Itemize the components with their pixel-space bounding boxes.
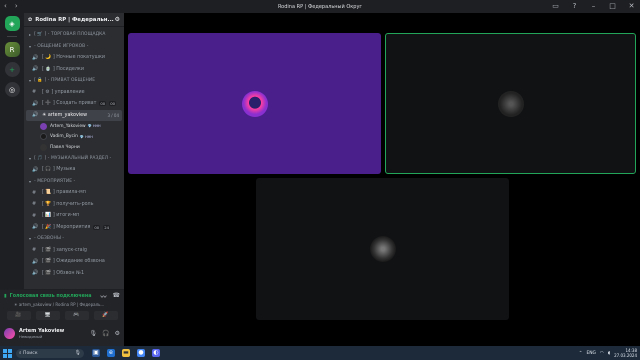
- task-view-icon[interactable]: ▣: [92, 349, 100, 357]
- taskbar: ⌕ Поиск 🎙 ▣ e ▬ ● ◐ ⌃ ENG ◠ ◖ 14:38 27.0…: [0, 346, 640, 360]
- voice-user[interactable]: Artem_Yakoview 💎 ННН: [26, 121, 124, 132]
- text-channel[interactable]: #[ 🎬 ] запуск-craig: [26, 245, 124, 257]
- channel-list: ▸[ 🛒 ] - ТОРГОВАЯ ПЛОЩАДКА ▾ - ОБЩЕНИЕ ИГ…: [24, 27, 124, 279]
- voice-connection-panel: ▮ Голосовая связь подключена 〰 ☎ ☀ artem…: [0, 289, 124, 320]
- clock[interactable]: 14:38 27.03.2024: [614, 348, 637, 358]
- start-button[interactable]: [3, 348, 12, 358]
- avatar: [40, 122, 47, 130]
- speaker-icon: 🔊: [32, 270, 39, 277]
- category-calls[interactable]: ▾ - ОБЗВОНЫ -: [26, 233, 124, 245]
- microphone-icon: 🎙: [74, 350, 81, 356]
- avatar: [241, 90, 268, 117]
- taskbar-search[interactable]: ⌕ Поиск 🎙: [16, 348, 84, 358]
- language-indicator[interactable]: ENG: [586, 351, 595, 356]
- text-channel[interactable]: #[ 📜 ] правила-мп: [26, 187, 124, 199]
- user-status: Невидимый: [19, 333, 43, 339]
- voice-channel[interactable]: 🔊[ 🎧 ] Музыка: [26, 164, 124, 176]
- voice-channel[interactable]: 🔊[ 🎬 ] Ожидание обзвона: [26, 256, 124, 268]
- add-server-icon[interactable]: +: [4, 62, 20, 77]
- speaker-icon: 🔊: [32, 224, 39, 231]
- speaker-icon: 🔊: [32, 100, 39, 107]
- category-trade[interactable]: ▸[ 🛒 ] - ТОРГОВАЯ ПЛОЩАДКА: [26, 29, 124, 41]
- voice-stage: [124, 13, 640, 346]
- category-music[interactable]: ▾[ 🎵 ] - МУЗЫКАЛЬНЫЙ РАЗДЕЛ -: [26, 153, 124, 165]
- home-logo-icon[interactable]: ◈: [4, 16, 20, 31]
- category-players[interactable]: ▾ - ОБЩЕНИЕ ИГРОКОВ -: [26, 41, 124, 53]
- server-name: Rodina RP | Федеральн...: [35, 16, 114, 23]
- minimize-button[interactable]: –: [589, 2, 598, 11]
- category-private[interactable]: ▾[ 🔒 ] - ПРИВАТ ОБЩЕНИЕ: [26, 75, 124, 87]
- voice-channel[interactable]: 🔊[ 🍵 ] Посиделки: [26, 64, 124, 76]
- server-badge-icon: ✿: [28, 16, 33, 23]
- chrome-icon[interactable]: ●: [137, 349, 145, 357]
- tray-chevron-icon[interactable]: ⌃: [579, 351, 583, 356]
- participant-tile[interactable]: [128, 33, 381, 174]
- disconnect-icon[interactable]: ☎: [113, 292, 120, 301]
- voice-channel[interactable]: #[ ⚙ ] управление: [26, 87, 124, 99]
- count-badge: 00: [109, 101, 117, 107]
- voice-channel[interactable]: 🔊[ 🌙 ] Ночные покатушки: [26, 52, 124, 64]
- member-count: 3 / 04: [107, 112, 119, 118]
- voice-channel-active[interactable]: 🔊 ☀ artem_yakoview 3 / 04: [26, 109, 122, 121]
- voice-location[interactable]: ☀ artem_yakoview / Rodina RP | Федераль.…: [4, 302, 120, 307]
- speaker-icon: 🔊: [32, 166, 39, 173]
- voice-channel[interactable]: 🔊[ 🎉 ] Мероприятия 00 24: [26, 222, 124, 234]
- inbox-icon[interactable]: ▭: [551, 2, 560, 11]
- edge-icon[interactable]: e: [107, 349, 115, 357]
- close-button[interactable]: ✕: [627, 2, 636, 11]
- volume-icon[interactable]: ◖: [608, 351, 610, 356]
- avatar: [40, 143, 47, 151]
- noise-suppression-icon[interactable]: 〰: [101, 292, 107, 301]
- category-events[interactable]: ▾ - МЕРОПРИЯТИЕ -: [26, 176, 124, 188]
- voice-user[interactable]: Павел Чорни: [26, 142, 124, 153]
- hash-icon: #: [32, 189, 37, 196]
- server-header[interactable]: ✿ Rodina RP | Федеральн... ⚙: [24, 13, 124, 27]
- camera-button[interactable]: 🎥: [6, 311, 31, 320]
- microphone-icon[interactable]: 🎙: [90, 330, 98, 337]
- avatar: [40, 133, 47, 141]
- screen-share-button[interactable]: 🖥: [35, 311, 60, 320]
- gear-icon[interactable]: ⚙: [115, 330, 120, 337]
- divider: [7, 36, 17, 37]
- maximize-button[interactable]: □: [608, 2, 617, 11]
- count-badge: 00: [99, 101, 107, 107]
- count-badge: 24: [103, 224, 111, 230]
- discord-icon[interactable]: ◐: [152, 349, 160, 357]
- text-channel[interactable]: #[ 📊 ] итоги-мп: [26, 210, 124, 222]
- settings-icon[interactable]: ⚙: [115, 16, 120, 23]
- voice-status: Голосовая связь подключена: [9, 294, 92, 299]
- headphones-icon[interactable]: 🎧: [102, 330, 109, 337]
- hash-icon: #: [32, 201, 37, 208]
- avatar[interactable]: [4, 327, 15, 339]
- help-icon[interactable]: ?: [570, 2, 579, 11]
- speaker-icon: 🔊: [32, 258, 39, 265]
- avatar: [369, 236, 396, 262]
- hash-icon: #: [32, 89, 37, 96]
- hash-icon: #: [32, 247, 37, 254]
- title-bar: ‹ › Rodina RP | Федеральный Округ ▭ ? – …: [0, 0, 640, 13]
- voice-channel[interactable]: 🔊[ ➕ ] Создать приват 00 00: [26, 98, 124, 110]
- wifi-icon[interactable]: ◠: [600, 351, 604, 356]
- window-title: Rodina RP | Федеральный Округ: [277, 3, 363, 10]
- username: Artem Yakoview: [19, 327, 65, 334]
- voice-user[interactable]: Vadim_Bycin 💎 ННН: [26, 132, 124, 143]
- activity-button[interactable]: 🎮: [64, 311, 89, 320]
- speaker-icon: 🔊: [32, 66, 39, 73]
- signal-icon[interactable]: ▮: [4, 294, 7, 299]
- speaker-icon: 🔊: [32, 112, 39, 119]
- participant-tile[interactable]: [256, 178, 509, 320]
- discover-icon[interactable]: ◎: [4, 82, 20, 97]
- server-rodina-icon[interactable]: R: [4, 42, 20, 57]
- hash-icon: #: [32, 212, 37, 219]
- participant-tile-speaking[interactable]: [385, 33, 636, 174]
- text-channel[interactable]: #[ 🏆 ] получить-роль: [26, 199, 124, 211]
- user-panel: Artem Yakoview Невидимый 🎙 🎧 ⚙: [0, 320, 124, 346]
- explorer-icon[interactable]: ▬: [122, 349, 130, 357]
- speaker-icon: 🔊: [32, 54, 39, 61]
- soundboard-button[interactable]: 🚀: [93, 311, 118, 320]
- count-badge: 00: [93, 224, 101, 230]
- avatar: [497, 90, 524, 117]
- voice-channel[interactable]: 🔊[ 🎬 ] Обзвон №1: [26, 268, 124, 280]
